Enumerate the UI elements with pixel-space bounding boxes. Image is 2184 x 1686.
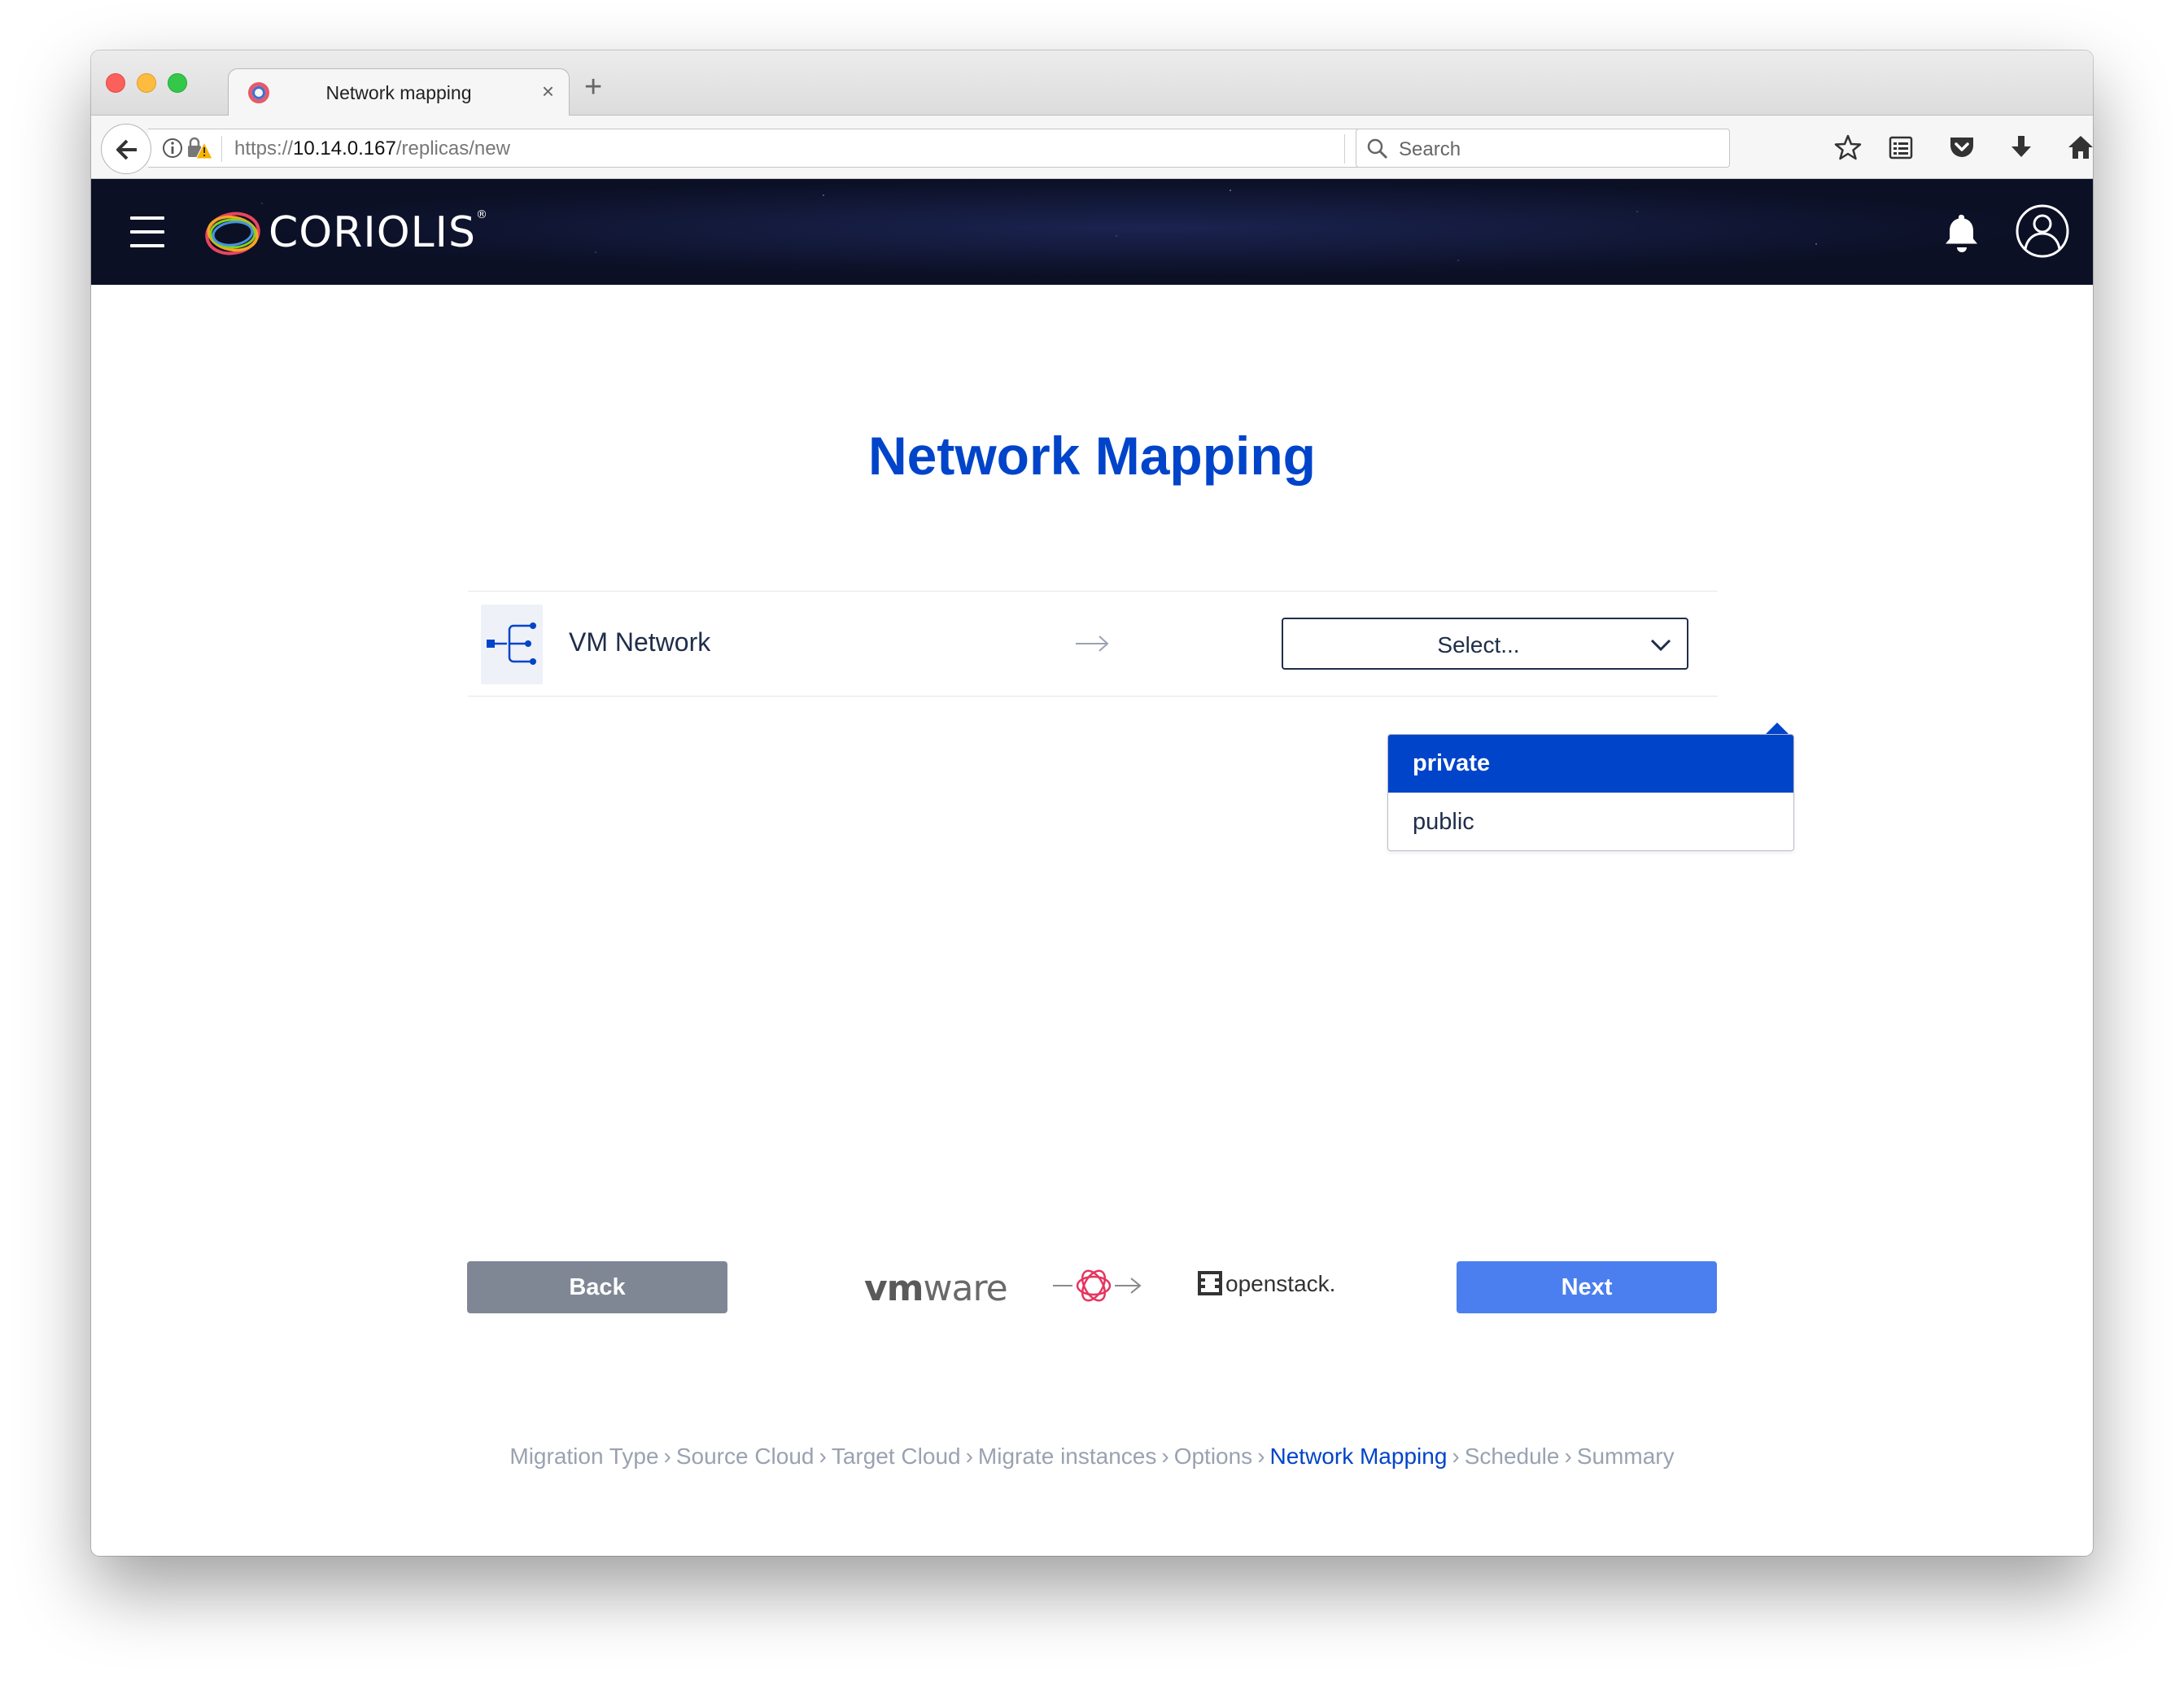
coriolis-logo-icon[interactable] <box>203 208 262 259</box>
url-host: 10.14.0.167 <box>293 138 396 159</box>
address-bar[interactable]: https://10.14.0.167/replicas/new <box>148 129 1393 168</box>
dropdown-caret <box>1765 723 1789 735</box>
wizard-step-options: Options <box>1173 1444 1253 1469</box>
info-icon[interactable] <box>161 137 184 159</box>
hamburger-icon[interactable] <box>130 216 164 247</box>
source-network-name: VM Network <box>569 627 711 657</box>
window-minimize-button[interactable] <box>137 73 156 93</box>
chevron-down-icon <box>1650 639 1671 652</box>
tab-close-icon[interactable]: × <box>542 79 554 104</box>
url-path: /replicas/new <box>395 138 510 159</box>
url-scheme: https:// <box>234 138 294 159</box>
wizard-step-separator: › <box>1257 1444 1265 1469</box>
home-icon[interactable] <box>2067 133 2093 161</box>
wizard-step-separator: › <box>819 1444 827 1469</box>
wizard-step-network-mapping: Network Mapping <box>1269 1444 1448 1469</box>
dropdown-option-private[interactable]: private <box>1388 735 1793 793</box>
dropdown-option-public[interactable]: public <box>1388 793 1793 850</box>
page-title: Network Mapping <box>867 426 1316 486</box>
wizard-step-separator: › <box>663 1444 671 1469</box>
bell-icon[interactable] <box>1945 212 1979 254</box>
openstack-logo-icon <box>1198 1271 1222 1295</box>
arrow-left-icon <box>116 139 137 160</box>
tab-strip: Network mapping × + <box>91 50 2093 116</box>
vmware-logo-prefix: vm <box>864 1268 924 1309</box>
back-wizard-button[interactable]: Back <box>467 1261 727 1313</box>
url-separator <box>221 136 222 162</box>
download-icon[interactable] <box>2008 133 2034 161</box>
target-network-select[interactable]: Select... <box>1282 618 1688 670</box>
brand-name[interactable]: CORIOLIS® <box>269 208 488 257</box>
network-options-dropdown: private public <box>1387 734 1794 851</box>
network-icon <box>487 622 536 665</box>
browser-tab-active[interactable]: Network mapping × <box>228 68 570 116</box>
url-text[interactable]: https://10.14.0.167/replicas/new <box>234 138 510 160</box>
brand-text: CORIOLIS <box>269 208 476 257</box>
openstack-logo-text: openstack. <box>1225 1271 1336 1296</box>
coriolis-migration-arrow-icon <box>1053 1269 1142 1302</box>
wizard-step-source-cloud: Source Cloud <box>675 1444 815 1469</box>
wizard-breadcrumb: Migration Type › Source Cloud › Target Cloud… <box>91 1444 2093 1470</box>
wizard-step-separator: › <box>1161 1444 1169 1469</box>
select-placeholder: Select... <box>1437 632 1520 657</box>
vmware-logo-suffix: ware <box>923 1268 1008 1309</box>
wizard-step-schedule: Schedule <box>1464 1444 1560 1469</box>
wizard-step-separator: › <box>1564 1444 1572 1469</box>
next-wizard-button[interactable]: Next <box>1457 1261 1717 1313</box>
search-icon <box>1367 138 1388 159</box>
app-header: CORIOLIS® <box>91 179 2093 285</box>
wizard-step-target-cloud: Target Cloud <box>831 1444 961 1469</box>
network-mapping-row: VM Network Select... <box>468 591 1718 697</box>
arrow-right-icon <box>1076 636 1109 652</box>
wizard-step-migrate-instances: Migrate instances <box>977 1444 1157 1469</box>
browser-toolbar: https://10.14.0.167/replicas/new Search <box>91 116 2093 179</box>
window-close-button[interactable] <box>106 73 125 93</box>
warning-lock-icon[interactable] <box>186 136 213 160</box>
star-icon[interactable] <box>1834 133 1862 161</box>
network-icon-container <box>481 605 543 684</box>
new-tab-button[interactable]: + <box>584 72 602 103</box>
brand-mark: ® <box>475 208 488 221</box>
wizard-step-separator: › <box>1452 1444 1460 1469</box>
wizard-step-migration-type: Migration Type <box>509 1444 659 1469</box>
tab-title: Network mapping <box>325 82 472 103</box>
window-zoom-button[interactable] <box>168 73 187 93</box>
browser-window: Network mapping × + https://10.14.0.167/… <box>91 50 2093 1556</box>
wizard-step-summary: Summary <box>1576 1444 1675 1469</box>
search-placeholder: Search <box>1399 138 1461 160</box>
user-icon[interactable] <box>2015 203 2070 259</box>
back-button[interactable] <box>101 124 151 174</box>
wizard-step-separator: › <box>965 1444 973 1469</box>
search-bar[interactable]: Search <box>1356 129 1730 168</box>
pocket-icon[interactable] <box>1948 133 1976 161</box>
reading-list-icon[interactable] <box>1888 133 1914 161</box>
url-separator-2 <box>1344 134 1345 164</box>
vmware-logo: vmware <box>864 1268 1008 1309</box>
